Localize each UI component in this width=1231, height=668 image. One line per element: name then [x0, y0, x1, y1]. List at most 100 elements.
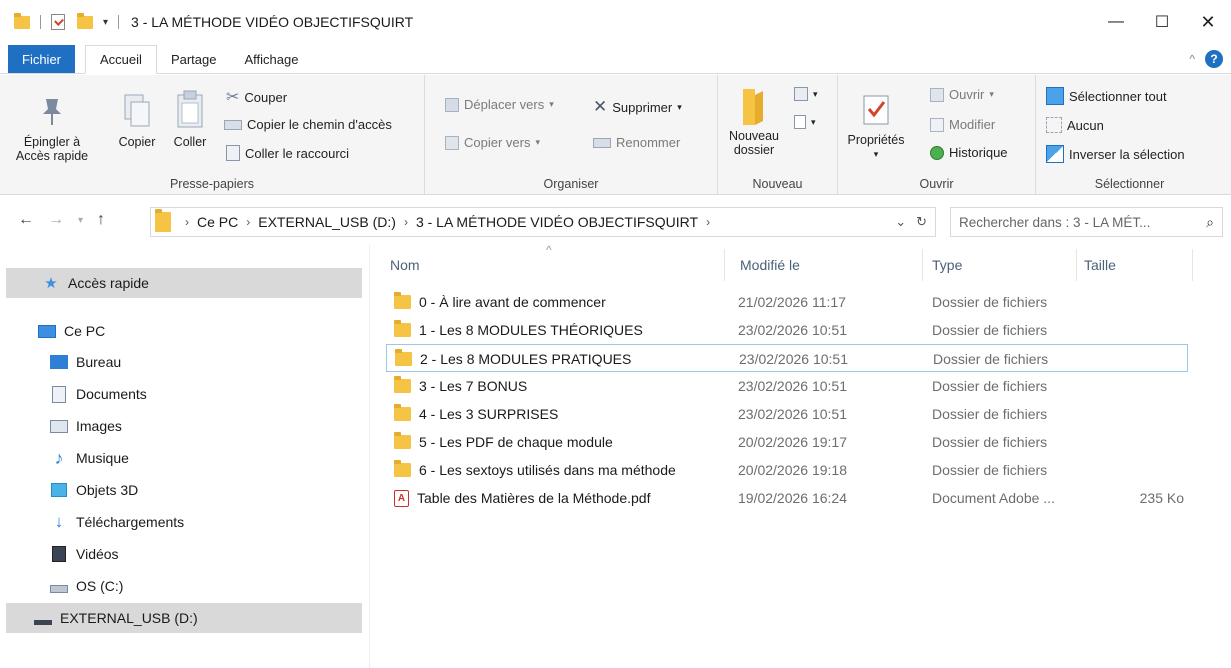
maximize-button[interactable]: ☐ — [1139, 0, 1185, 44]
address-row: ← → ▾ ↑ › Ce PC › EXTERNAL_USB (D:) › 3 … — [0, 207, 1231, 237]
new-item-button[interactable]: ▾ — [794, 87, 818, 101]
chevron-right-icon[interactable]: › — [706, 215, 710, 229]
forward-arrow-icon[interactable]: → — [48, 211, 64, 229]
paste-button[interactable]: Coller — [166, 89, 214, 149]
column-divider[interactable] — [724, 249, 725, 281]
pin-label-1: Épingler à — [23, 135, 81, 149]
properties-check-icon[interactable] — [51, 14, 65, 30]
help-icon[interactable]: ? — [1205, 50, 1223, 68]
easy-access-button[interactable]: ▾ — [794, 115, 816, 129]
copy-to-button[interactable]: Copier vers ▾ — [445, 135, 540, 150]
table-row[interactable]: 4 - Les 3 SURPRISES 23/02/2026 10:51 Dos… — [386, 400, 1188, 428]
column-header-size[interactable]: Taille — [1084, 245, 1184, 285]
back-arrow-icon[interactable]: ← — [18, 211, 34, 229]
nav-item-ce-pc[interactable]: Ce PC — [6, 316, 362, 346]
breadcrumb: › Ce PC › EXTERNAL_USB (D:) › 3 - LA MÉT… — [177, 214, 718, 230]
file-type: Document Adobe ... — [932, 490, 1055, 506]
nav-item-os-c[interactable]: OS (C:) — [6, 571, 362, 601]
column-divider[interactable] — [1192, 249, 1193, 281]
nav-item-label: Accès rapide — [68, 275, 149, 291]
search-icon[interactable]: ⌕ — [1206, 214, 1214, 231]
file-name: 4 - Les 3 SURPRISES — [419, 406, 559, 422]
recent-locations-icon[interactable]: ▾ — [78, 215, 83, 226]
copy-path-button[interactable]: Copier le chemin d'accès — [224, 117, 392, 132]
table-row[interactable]: 0 - À lire avant de commencer 21/02/2026… — [386, 288, 1188, 316]
chevron-right-icon[interactable]: › — [185, 215, 189, 229]
tab-partage[interactable]: Partage — [157, 45, 231, 73]
pin-quick-access-button[interactable]: Épingler à Accès rapide — [14, 93, 90, 163]
search-input[interactable]: Rechercher dans : 3 - LA MÉT... ⌕ — [950, 207, 1223, 237]
table-row[interactable]: 5 - Les PDF de chaque module 20/02/2026 … — [386, 428, 1188, 456]
column-header-type[interactable]: Type — [932, 245, 1072, 285]
file-type: Dossier de fichiers — [932, 462, 1048, 478]
minimize-button[interactable]: — — [1093, 0, 1139, 44]
nav-item-videos[interactable]: Vidéos — [6, 539, 362, 569]
delete-button[interactable]: ✕ Supprimer ▾ — [593, 97, 682, 117]
column-divider[interactable] — [1076, 249, 1077, 281]
window-title: 3 - LA MÉTHODE VIDÉO OBJECTIFSQUIRT — [131, 14, 414, 30]
new-folder-label-1: Nouveau — [728, 129, 780, 143]
file-modified: 23/02/2026 10:51 — [738, 322, 847, 338]
table-row[interactable]: A Table des Matières de la Méthode.pdf 19… — [386, 484, 1188, 512]
select-none-button[interactable]: Aucun — [1046, 117, 1104, 133]
tab-fichier[interactable]: Fichier — [8, 45, 76, 73]
group-label-ouvrir: Ouvrir — [919, 177, 954, 191]
file-list: ^ Nom Modifié le Type Taille 0 - À lire … — [386, 243, 1231, 668]
history-button[interactable]: Historique — [930, 145, 1008, 160]
chevron-right-icon[interactable]: › — [404, 215, 408, 229]
select-all-button[interactable]: Sélectionner tout — [1046, 87, 1167, 105]
search-placeholder: Rechercher dans : 3 - LA MÉT... — [959, 214, 1151, 230]
column-header-name[interactable]: Nom — [390, 245, 720, 285]
divider — [40, 15, 41, 29]
collapse-ribbon-icon[interactable]: ^ — [1189, 52, 1195, 66]
customize-dropdown-icon[interactable]: ▾ — [103, 17, 108, 28]
column-divider[interactable] — [922, 249, 923, 281]
usb-drive-icon — [34, 610, 52, 626]
properties-button[interactable]: Propriétés ▾ — [844, 93, 908, 161]
nav-item-acces-rapide[interactable]: ★ Accès rapide — [6, 268, 362, 298]
new-folder-icon[interactable] — [77, 12, 93, 29]
nav-item-bureau[interactable]: Bureau — [6, 347, 362, 377]
nav-item-label: Bureau — [76, 354, 122, 370]
edit-button[interactable]: Modifier — [930, 117, 995, 132]
chevron-right-icon[interactable]: › — [246, 215, 250, 229]
cut-button[interactable]: ✂ Couper — [226, 87, 287, 107]
group-selectionner: Sélectionner tout Aucun Inverser la séle… — [1036, 75, 1223, 195]
nav-item-documents[interactable]: Documents — [6, 379, 362, 409]
file-size — [1086, 288, 1184, 316]
table-row[interactable]: 6 - Les sextoys utilisés dans ma méthode… — [386, 456, 1188, 484]
nav-item-telechargements[interactable]: ↓ Téléchargements — [6, 507, 362, 537]
table-row-focused[interactable]: 2 - Les 8 MODULES PRATIQUES 23/02/2026 1… — [386, 344, 1188, 372]
documents-icon — [50, 385, 68, 403]
drive-icon — [50, 578, 68, 594]
address-bar[interactable]: › Ce PC › EXTERNAL_USB (D:) › 3 - LA MÉT… — [150, 207, 936, 237]
crumb-current-folder[interactable]: 3 - LA MÉTHODE VIDÉO OBJECTIFSQUIRT — [416, 214, 698, 230]
open-button[interactable]: Ouvrir ▾ — [930, 87, 994, 102]
paste-icon — [177, 90, 203, 128]
refresh-icon[interactable]: ↻ — [916, 214, 927, 230]
close-button[interactable]: ✕ — [1185, 0, 1231, 44]
up-arrow-icon[interactable]: ↑ — [97, 211, 105, 229]
column-header-modified[interactable]: Modifié le — [740, 245, 920, 285]
crumb-ce-pc[interactable]: Ce PC — [197, 214, 238, 230]
nav-item-images[interactable]: Images — [6, 411, 362, 441]
tab-affichage[interactable]: Affichage — [230, 45, 312, 73]
file-size — [1087, 345, 1185, 373]
paste-shortcut-button[interactable]: Coller le raccourci — [226, 145, 349, 161]
crumb-external-usb[interactable]: EXTERNAL_USB (D:) — [258, 214, 396, 230]
rename-button[interactable]: Renommer — [593, 135, 680, 150]
copy-button[interactable]: Copier — [112, 93, 162, 149]
nav-item-objets-3d[interactable]: Objets 3D — [6, 475, 362, 505]
nav-item-musique[interactable]: ♪ Musique — [6, 443, 362, 473]
table-row[interactable]: 3 - Les 7 BONUS 23/02/2026 10:51 Dossier… — [386, 372, 1188, 400]
move-to-button[interactable]: Déplacer vers ▾ — [445, 97, 554, 112]
group-organiser: Déplacer vers ▾ Copier vers ▾ ✕ Supprime… — [425, 75, 718, 195]
nav-item-external-usb[interactable]: EXTERNAL_USB (D:) — [6, 603, 362, 633]
tab-accueil[interactable]: Accueil — [85, 45, 157, 74]
invert-selection-button[interactable]: Inverser la sélection — [1046, 145, 1185, 163]
table-row[interactable]: 1 - Les 8 MODULES THÉORIQUES 23/02/2026 … — [386, 316, 1188, 344]
select-all-label: Sélectionner tout — [1069, 88, 1167, 104]
new-folder-button[interactable]: Nouveau dossier — [724, 87, 784, 157]
address-dropdown-icon[interactable]: ⌄ — [895, 214, 906, 230]
folder-icon — [394, 432, 411, 449]
